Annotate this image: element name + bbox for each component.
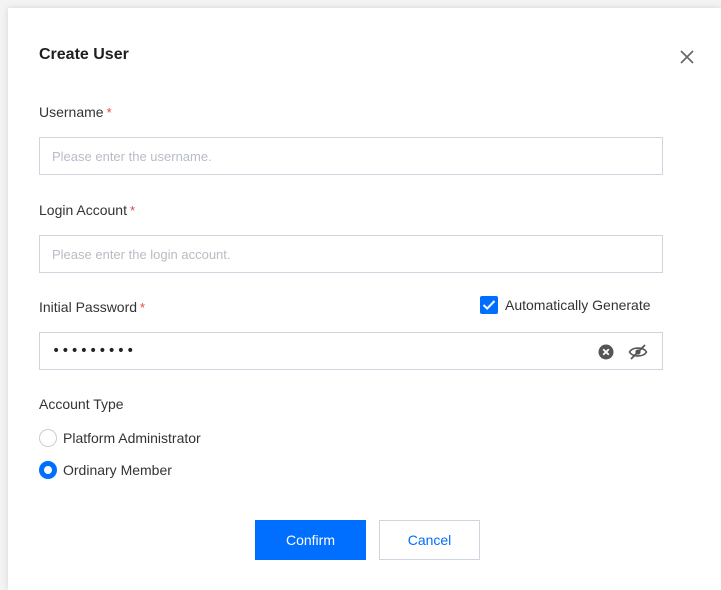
initial-password-label: Initial Password * xyxy=(39,299,145,315)
dialog-title: Create User xyxy=(39,46,129,63)
confirm-button[interactable]: Confirm xyxy=(255,520,366,560)
login-account-input[interactable] xyxy=(39,235,663,273)
username-label-text: Username xyxy=(39,104,104,120)
cancel-button[interactable]: Cancel xyxy=(379,520,480,560)
checkmark-icon[interactable] xyxy=(480,296,498,314)
login-account-label-text: Login Account xyxy=(39,202,127,218)
clear-icon[interactable] xyxy=(598,344,614,360)
radio-ordinary-member[interactable]: Ordinary Member xyxy=(39,461,172,479)
password-field[interactable]: ••••••••• xyxy=(39,332,663,370)
radio-platform-administrator[interactable]: Platform Administrator xyxy=(39,429,201,447)
username-label: Username * xyxy=(39,104,112,120)
required-mark: * xyxy=(140,300,146,315)
radio-button[interactable] xyxy=(39,429,57,447)
login-account-label: Login Account * xyxy=(39,202,135,218)
create-user-dialog: Create User Username* Login Account* Ini… xyxy=(8,8,721,590)
radio-label: Platform Administrator xyxy=(63,430,201,446)
close-icon[interactable] xyxy=(678,48,696,66)
radio-button[interactable] xyxy=(39,461,57,479)
eye-off-icon[interactable] xyxy=(628,343,648,361)
radio-label: Ordinary Member xyxy=(63,462,172,478)
required-mark: * xyxy=(106,105,112,120)
initial-password-label-text: Initial Password xyxy=(39,299,138,315)
password-value[interactable]: ••••••••• xyxy=(52,343,135,359)
username-input[interactable] xyxy=(39,137,663,175)
auto-generate-label: Automatically Generate xyxy=(505,297,651,313)
auto-generate-checkbox[interactable]: Automatically Generate xyxy=(480,296,651,314)
account-type-label: Account Type xyxy=(39,396,124,412)
required-mark: * xyxy=(129,203,136,218)
